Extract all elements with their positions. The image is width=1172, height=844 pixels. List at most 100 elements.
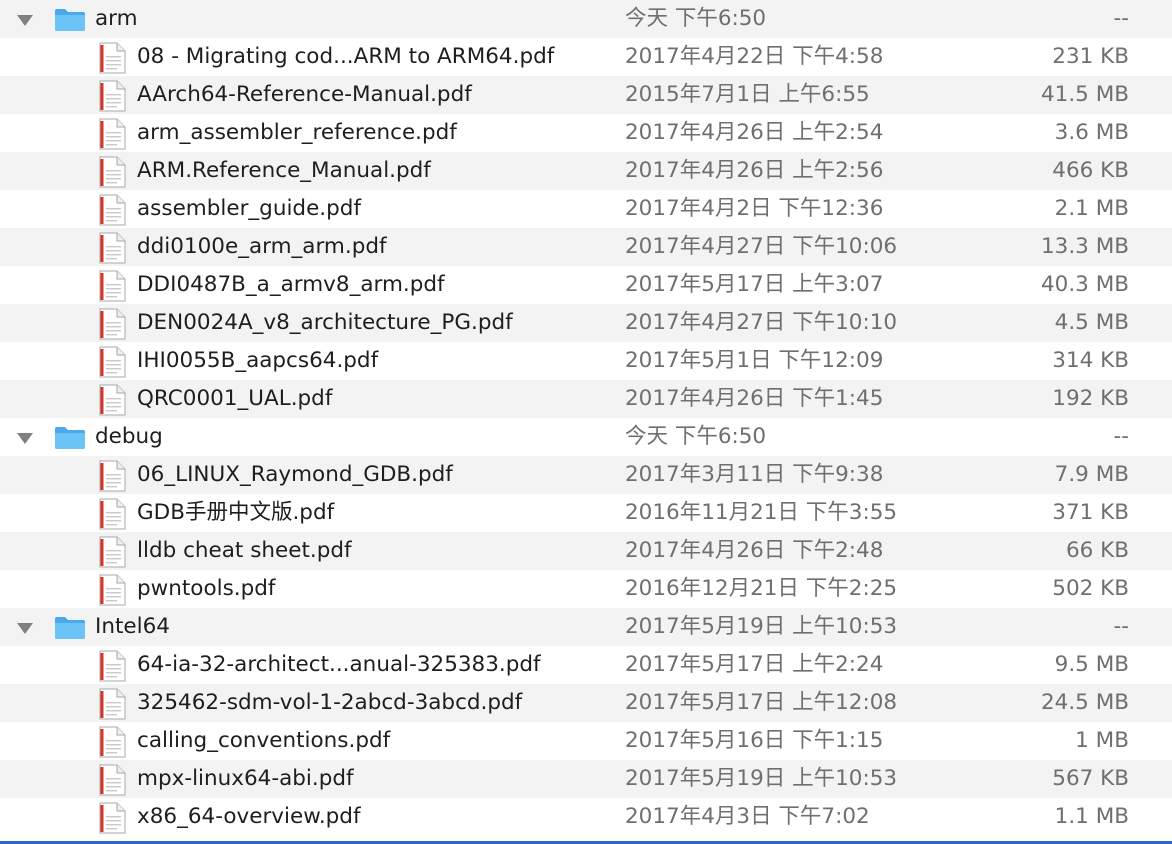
file-row[interactable]: ARM.Reference_Manual.pdf 2017年4月26日 上午2:… [0,152,1172,190]
file-row[interactable]: arm_assembler_reference.pdf 2017年4月26日 上… [0,114,1172,152]
file-row[interactable]: assembler_guide.pdf 2017年4月2日 下午12:36 2.… [0,190,1172,228]
folder-row-2[interactable]: Intel64 2017年5月19日 上午10:53 -- [0,608,1172,646]
file-date: 2017年4月27日 下午10:06 [625,234,898,259]
file-date: 2015年7月1日 上午6:55 [625,82,870,107]
file-date: 2016年12月21日 下午2:25 [625,576,898,601]
pdf-file-icon [99,384,126,416]
file-date: 2017年5月17日 上午12:08 [625,690,898,715]
file-size: 1 MB [1075,728,1129,753]
file-name: arm_assembler_reference.pdf [137,120,457,145]
file-name: IHI0055B_aapcs64.pdf [137,348,379,373]
file-size: 24.5 MB [1040,690,1129,715]
folder-date: 今天 下午6:50 [625,424,767,449]
folder-date: 2017年5月19日 上午10:53 [625,614,898,639]
file-list: arm 今天 下午6:50 -- 08 - Migrating cod...AR… [0,0,1172,844]
file-name: DDI0487B_a_armv8_arm.pdf [137,272,445,297]
disclosure-triangle-icon[interactable] [17,15,33,26]
file-size: 567 KB [1052,766,1129,791]
file-row[interactable]: GDB手册中文版.pdf 2016年11月21日 下午3:55 371 KB [0,494,1172,532]
file-row[interactable]: AArch64-Reference-Manual.pdf 2015年7月1日 上… [0,76,1172,114]
file-row[interactable]: lldb cheat sheet.pdf 2017年4月26日 下午2:48 6… [0,532,1172,570]
folder-icon [55,617,85,639]
file-name: assembler_guide.pdf [137,196,362,221]
file-name: 06_LINUX_Raymond_GDB.pdf [137,462,453,487]
folder-icon [55,9,85,31]
pdf-file-icon [99,346,126,378]
file-size: 502 KB [1052,576,1129,601]
file-size: 13.3 MB [1040,234,1129,259]
file-size: 1.1 MB [1054,804,1129,829]
pdf-file-icon [99,308,126,340]
folder-date: 今天 下午6:50 [625,6,767,31]
file-row[interactable]: 06_LINUX_Raymond_GDB.pdf 2017年3月11日 下午9:… [0,456,1172,494]
file-date: 2017年4月22日 下午4:58 [625,44,884,69]
pdf-file-icon [99,232,126,264]
file-row[interactable]: x86_64-overview.pdf 2017年4月3日 下午7:02 1.1… [0,798,1172,836]
folder-icon [55,427,85,449]
pdf-file-icon [99,574,126,606]
file-size: 4.5 MB [1054,310,1129,335]
file-size: 7.9 MB [1054,462,1129,487]
file-name: ddi0100e_arm_arm.pdf [137,234,387,259]
pdf-file-icon [99,156,126,188]
file-row[interactable]: 08 - Migrating cod...ARM to ARM64.pdf 20… [0,38,1172,76]
file-size: 40.3 MB [1040,272,1129,297]
pdf-file-icon [99,688,126,720]
folder-row-1[interactable]: debug 今天 下午6:50 -- [0,418,1172,456]
file-row[interactable]: ddi0100e_arm_arm.pdf 2017年4月27日 下午10:06 … [0,228,1172,266]
file-name: GDB手册中文版.pdf [137,500,335,525]
pdf-file-icon [99,270,126,302]
file-date: 2017年5月19日 上午10:53 [625,766,898,791]
pdf-file-icon [99,802,126,834]
pdf-file-icon [99,460,126,492]
folder-size: -- [1113,6,1129,31]
file-row[interactable]: 325462-sdm-vol-1-2abcd-3abcd.pdf 2017年5月… [0,684,1172,722]
file-row[interactable]: pwntools.pdf 2016年12月21日 下午2:25 502 KB [0,570,1172,608]
file-date: 2017年4月26日 下午1:45 [625,386,884,411]
file-name: calling_conventions.pdf [137,728,391,753]
folder-size: -- [1113,424,1129,449]
file-row[interactable]: calling_conventions.pdf 2017年5月16日 下午1:1… [0,722,1172,760]
pdf-file-icon [99,726,126,758]
pdf-file-icon [99,118,126,150]
file-size: 3.6 MB [1054,120,1129,145]
file-size: 9.5 MB [1054,652,1129,677]
file-name: x86_64-overview.pdf [137,804,361,829]
pdf-file-icon [99,764,126,796]
file-name: lldb cheat sheet.pdf [137,538,352,563]
pdf-file-icon [99,80,126,112]
file-row[interactable]: DDI0487B_a_armv8_arm.pdf 2017年5月17日 上午3:… [0,266,1172,304]
file-name: 325462-sdm-vol-1-2abcd-3abcd.pdf [137,690,523,715]
file-row[interactable]: 64-ia-32-architect...anual-325383.pdf 20… [0,646,1172,684]
file-row[interactable]: QRC0001_UAL.pdf 2017年4月26日 下午1:45 192 KB [0,380,1172,418]
file-date: 2017年4月26日 上午2:56 [625,158,884,183]
file-name: 64-ia-32-architect...anual-325383.pdf [137,652,541,677]
disclosure-triangle-icon[interactable] [17,433,33,444]
file-date: 2017年3月11日 下午9:38 [625,462,884,487]
file-size: 231 KB [1052,44,1129,69]
file-date: 2016年11月21日 下午3:55 [625,500,898,525]
file-date: 2017年4月26日 下午2:48 [625,538,884,563]
disclosure-triangle-icon[interactable] [17,623,33,634]
pdf-file-icon [99,42,126,74]
file-name: ARM.Reference_Manual.pdf [137,158,431,183]
folder-row-0[interactable]: arm 今天 下午6:50 -- [0,0,1172,38]
pdf-file-icon [99,498,126,530]
file-date: 2017年4月3日 下午7:02 [625,804,870,829]
file-date: 2017年4月27日 下午10:10 [625,310,898,335]
file-size: 314 KB [1052,348,1129,373]
file-name: pwntools.pdf [137,576,276,601]
file-name: 08 - Migrating cod...ARM to ARM64.pdf [137,44,555,69]
file-size: 371 KB [1052,500,1129,525]
file-date: 2017年4月2日 下午12:36 [625,196,884,221]
file-date: 2017年5月17日 上午3:07 [625,272,884,297]
file-row[interactable]: DEN0024A_v8_architecture_PG.pdf 2017年4月2… [0,304,1172,342]
file-row[interactable]: mpx-linux64-abi.pdf 2017年5月19日 上午10:53 5… [0,760,1172,798]
file-name: AArch64-Reference-Manual.pdf [137,82,472,107]
folder-name: arm [95,6,138,31]
file-date: 2017年5月1日 下午12:09 [625,348,884,373]
file-size: 41.5 MB [1040,82,1129,107]
file-size: 66 KB [1065,538,1129,563]
file-row[interactable]: IHI0055B_aapcs64.pdf 2017年5月1日 下午12:09 3… [0,342,1172,380]
pdf-file-icon [99,536,126,568]
